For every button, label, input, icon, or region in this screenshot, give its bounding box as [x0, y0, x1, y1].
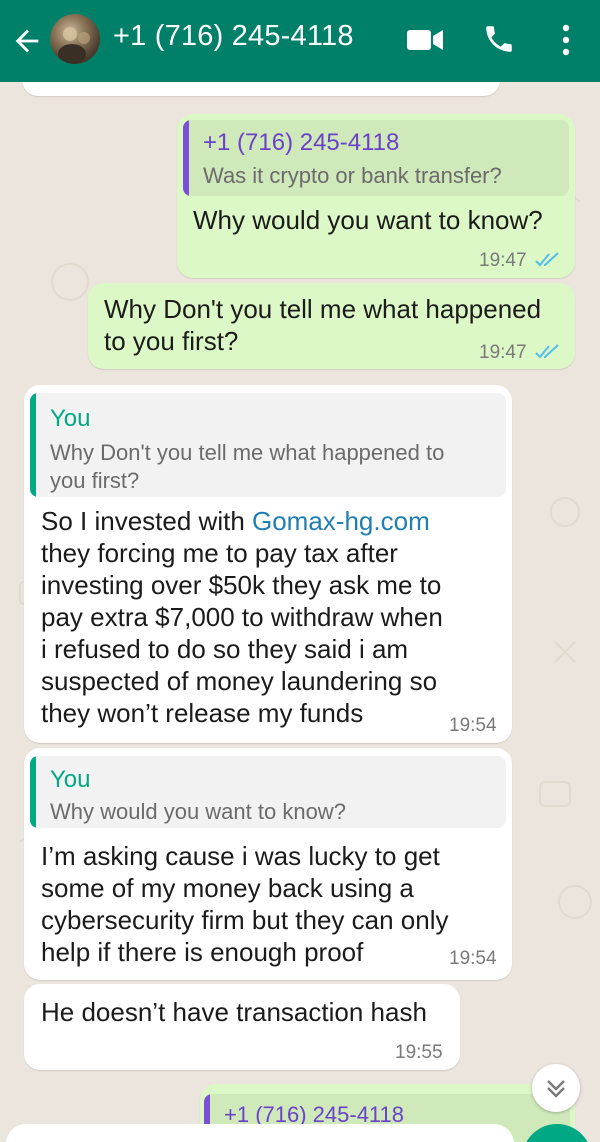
- message-text-line: help if there is enough proof: [41, 937, 364, 967]
- message-time: 19:54: [449, 948, 497, 969]
- message-time: 19:55: [395, 1042, 443, 1063]
- message-text-line: investing over $50k they ask me to: [41, 570, 442, 600]
- quote-text: Was it crypto or bank transfer?: [203, 163, 502, 188]
- chat-area[interactable]: +1 (716) 245-4118 Was it crypto or bank …: [0, 82, 600, 1142]
- message-bubble[interactable]: You Why Don't you tell me what happened …: [24, 385, 512, 743]
- message-text: Why would you want to know?: [193, 205, 543, 235]
- quote-text: Why would you want to know?: [50, 799, 346, 824]
- message-text-line: I’m asking cause i was lucky to get: [41, 841, 440, 871]
- message-text-line: i refused to do so they said i am: [41, 634, 409, 664]
- quote-sender: You: [50, 766, 91, 793]
- message-text-line: to you first?: [104, 326, 239, 356]
- contact-name[interactable]: +1 (716) 245-4118: [113, 20, 354, 53]
- quote-bar: [30, 756, 36, 828]
- message-text: He doesn’t have transaction hash: [41, 997, 427, 1027]
- message-bubble[interactable]: You Why would you want to know? I’m aski…: [24, 748, 512, 980]
- quote-sender: +1 (716) 245-4118: [203, 129, 400, 156]
- read-receipt-icon: [535, 252, 559, 267]
- message-bubble[interactable]: He doesn’t have transaction hash 19:55: [24, 984, 460, 1070]
- scroll-to-bottom-button[interactable]: [532, 1064, 580, 1112]
- message-text-line: suspected of money laundering so: [41, 666, 438, 696]
- message-time: 19:47: [479, 250, 527, 271]
- avatar[interactable]: [50, 14, 100, 64]
- quote-bar: [183, 120, 189, 196]
- more-vert-icon[interactable]: [556, 22, 576, 58]
- back-arrow-icon[interactable]: [10, 24, 44, 58]
- message-bubble[interactable]: Why Don't you tell me what happened to y…: [88, 283, 575, 369]
- message-text-line: they won’t release my funds: [41, 698, 364, 728]
- message-link[interactable]: Gomax-hg.com: [252, 506, 430, 536]
- quote-text-line: Why Don't you tell me what happened to: [50, 440, 445, 465]
- quoted-message[interactable]: You Why would you want to know?: [30, 756, 506, 828]
- message-text-line: Why Don't you tell me what happened: [104, 294, 542, 324]
- message-text-line: pay extra $7,000 to withdraw when: [41, 602, 443, 632]
- quoted-message[interactable]: +1 (716) 245-4118 Was it crypto or bank …: [183, 120, 569, 196]
- message-time: 19:47: [479, 342, 527, 363]
- video-call-icon[interactable]: [405, 26, 445, 54]
- chat-header: +1 (716) 245-4118: [0, 0, 600, 82]
- message-text-line: So I invested with Gomax-hg.com: [41, 505, 430, 537]
- message-bubble-partial: [22, 82, 500, 96]
- read-receipt-icon: [535, 344, 559, 359]
- phone-call-icon[interactable]: [482, 22, 516, 56]
- message-text-line: they forcing me to pay tax after: [41, 538, 398, 568]
- message-bubble[interactable]: +1 (716) 245-4118 Was it crypto or bank …: [177, 114, 575, 278]
- message-input-bar[interactable]: [6, 1124, 514, 1142]
- message-text-line: cybersecurity firm but they can only: [41, 905, 449, 935]
- quote-sender: You: [50, 405, 91, 432]
- message-time: 19:54: [449, 715, 497, 736]
- double-chevron-down-icon: [547, 1080, 565, 1098]
- message-text-prefix: So I invested with: [41, 506, 252, 536]
- quoted-message[interactable]: You Why Don't you tell me what happened …: [30, 393, 506, 497]
- quote-bar: [30, 393, 36, 497]
- message-text-line: some of my money back using a: [41, 873, 414, 903]
- quote-text-line: you first?: [50, 468, 140, 493]
